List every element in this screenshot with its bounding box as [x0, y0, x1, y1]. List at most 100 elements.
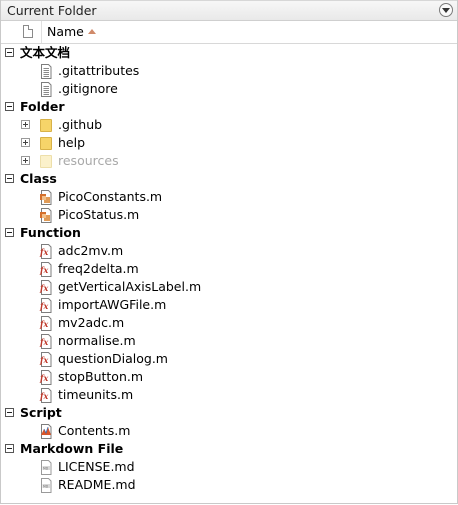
item-name: normalise.m	[58, 333, 136, 348]
markdown-file-icon: MD	[39, 478, 53, 493]
folder-icon	[40, 137, 52, 150]
collapse-icon[interactable]	[5, 444, 14, 453]
collapse-icon[interactable]	[5, 228, 14, 237]
item-name: mv2adc.m	[58, 315, 125, 330]
item-name: resources	[58, 153, 119, 168]
type-column-header[interactable]	[1, 21, 42, 43]
function-file-icon: fx	[39, 244, 53, 259]
panel-title: Current Folder	[7, 3, 97, 18]
list-item[interactable]: .github	[1, 116, 457, 134]
list-item[interactable]: .gitignore	[1, 80, 457, 98]
class-file-icon	[39, 190, 53, 205]
item-name: .gitattributes	[58, 63, 140, 78]
item-name: stopButton.m	[58, 369, 144, 384]
item-name: PicoConstants.m	[58, 189, 163, 204]
list-item[interactable]: fx adc2mv.m	[1, 242, 457, 260]
item-name: freq2delta.m	[58, 261, 139, 276]
group-label: Script	[20, 405, 62, 420]
current-folder-panel: Current Folder Name 文本文档 .gitattributes .g…	[0, 0, 458, 504]
markdown-file-icon: MD	[39, 460, 53, 475]
svg-text:fx: fx	[39, 355, 48, 365]
text-file-icon	[39, 82, 53, 97]
group-label: Markdown File	[20, 441, 124, 456]
expand-icon[interactable]	[21, 138, 30, 147]
list-item[interactable]: resources	[1, 152, 457, 170]
panel-titlebar: Current Folder	[1, 0, 457, 21]
panel-actions-menu-icon[interactable]	[439, 3, 453, 17]
list-item[interactable]: help	[1, 134, 457, 152]
script-file-icon	[39, 424, 53, 439]
item-name: .github	[58, 117, 103, 132]
group-header[interactable]: 文本文档	[1, 44, 457, 62]
list-item[interactable]: MD README.md	[1, 476, 457, 494]
list-item[interactable]: fx getVerticalAxisLabel.m	[1, 278, 457, 296]
svg-text:fx: fx	[39, 337, 48, 347]
function-file-icon: fx	[39, 280, 53, 295]
class-file-icon	[39, 208, 53, 223]
list-item[interactable]: fx mv2adc.m	[1, 314, 457, 332]
item-name: PicoStatus.m	[58, 207, 140, 222]
group-label: 文本文档	[20, 45, 71, 60]
item-name: questionDialog.m	[58, 351, 168, 366]
svg-text:fx: fx	[39, 283, 48, 293]
svg-text:fx: fx	[39, 301, 48, 311]
list-item[interactable]: fx importAWGFile.m	[1, 296, 457, 314]
svg-text:MD: MD	[43, 484, 49, 488]
expand-icon[interactable]	[21, 120, 30, 129]
collapse-icon[interactable]	[5, 174, 14, 183]
item-name: README.md	[58, 477, 136, 492]
svg-text:fx: fx	[39, 319, 48, 329]
group-header[interactable]: Function	[1, 224, 457, 242]
list-item[interactable]: fx questionDialog.m	[1, 350, 457, 368]
svg-text:fx: fx	[39, 373, 48, 383]
list-item[interactable]: fx stopButton.m	[1, 368, 457, 386]
function-file-icon: fx	[39, 334, 53, 349]
group-header[interactable]: Script	[1, 404, 457, 422]
group-header[interactable]: Markdown File	[1, 440, 457, 458]
name-column-header[interactable]: Name	[47, 24, 96, 39]
file-tree: 文本文档 .gitattributes .gitignore Folder .githu…	[1, 44, 457, 494]
collapse-icon[interactable]	[5, 48, 14, 57]
list-item[interactable]: PicoStatus.m	[1, 206, 457, 224]
group-label: Function	[20, 225, 81, 240]
collapse-icon[interactable]	[5, 102, 14, 111]
collapse-icon[interactable]	[5, 408, 14, 417]
group-label: Class	[20, 171, 57, 186]
text-file-icon	[39, 64, 53, 79]
list-item[interactable]: fx timeunits.m	[1, 386, 457, 404]
list-item[interactable]: Contents.m	[1, 422, 457, 440]
svg-text:fx: fx	[39, 247, 48, 257]
folder-icon	[40, 119, 52, 132]
list-item[interactable]: fx normalise.m	[1, 332, 457, 350]
list-item[interactable]: PicoConstants.m	[1, 188, 457, 206]
item-name: Contents.m	[58, 423, 131, 438]
function-file-icon: fx	[39, 388, 53, 403]
expand-icon[interactable]	[21, 156, 30, 165]
item-name: adc2mv.m	[58, 243, 124, 258]
item-name: LICENSE.md	[58, 459, 135, 474]
svg-text:fx: fx	[39, 391, 48, 401]
item-name: help	[58, 135, 86, 150]
folder-icon	[40, 155, 52, 168]
group-header[interactable]: Folder	[1, 98, 457, 116]
item-name: .gitignore	[58, 81, 118, 96]
function-file-icon: fx	[39, 370, 53, 385]
group-header[interactable]: Class	[1, 170, 457, 188]
function-file-icon: fx	[39, 316, 53, 331]
list-item[interactable]: fx freq2delta.m	[1, 260, 457, 278]
item-name: importAWGFile.m	[58, 297, 167, 312]
sort-ascending-icon	[87, 29, 96, 34]
function-file-icon: fx	[39, 262, 53, 277]
function-file-icon: fx	[39, 298, 53, 313]
column-header: Name	[1, 21, 457, 44]
list-item[interactable]: MD LICENSE.md	[1, 458, 457, 476]
file-type-icon	[23, 25, 33, 38]
item-name: getVerticalAxisLabel.m	[58, 279, 202, 294]
item-name: timeunits.m	[58, 387, 134, 402]
group-label: Folder	[20, 99, 65, 114]
svg-text:MD: MD	[43, 466, 49, 470]
list-item[interactable]: .gitattributes	[1, 62, 457, 80]
name-column-label: Name	[47, 24, 84, 39]
svg-text:fx: fx	[39, 265, 48, 275]
function-file-icon: fx	[39, 352, 53, 367]
